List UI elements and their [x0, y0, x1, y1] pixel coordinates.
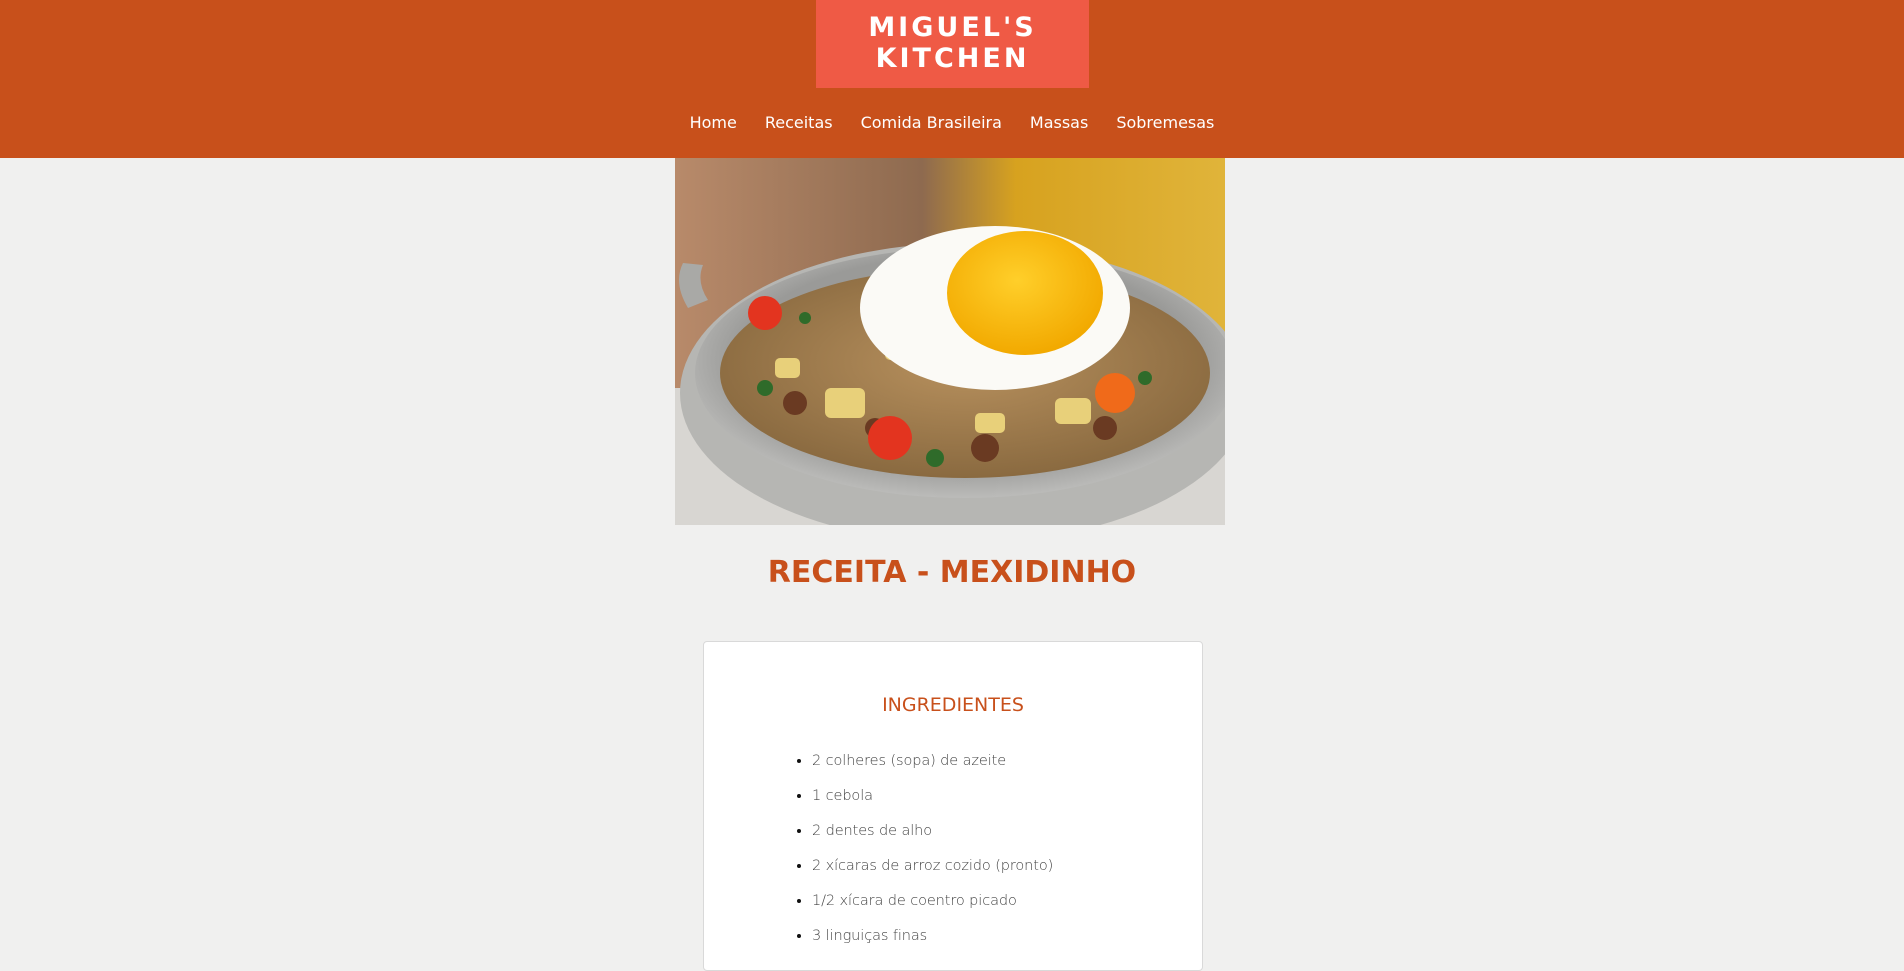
- ingredients-list: 2 colheres (sopa) de azeite 1 cebola 2 d…: [787, 744, 1053, 954]
- nav-item-home[interactable]: Home: [690, 112, 737, 134]
- nav-item-sobremesas[interactable]: Sobremesas: [1116, 112, 1214, 134]
- list-item: 2 dentes de alho: [812, 814, 1053, 849]
- logo-line-2: KITCHEN: [875, 43, 1030, 74]
- recipe-hero-image: [675, 158, 1225, 525]
- site-header: MIGUEL'S KITCHEN Home Receitas Comida Br…: [0, 0, 1904, 158]
- list-item: 2 colheres (sopa) de azeite: [812, 744, 1053, 779]
- ingredients-card: INGREDIENTES 2 colheres (sopa) de azeite…: [703, 641, 1203, 971]
- list-item: 1 cebola: [812, 779, 1053, 814]
- site-logo[interactable]: MIGUEL'S KITCHEN: [816, 0, 1089, 88]
- ingredients-heading: INGREDIENTES: [882, 694, 1024, 716]
- list-item: 2 xícaras de arroz cozido (pronto): [812, 849, 1053, 884]
- page-title: RECEITA - MEXIDINHO: [767, 555, 1137, 590]
- nav-item-comida-brasileira[interactable]: Comida Brasileira: [861, 112, 1002, 134]
- list-item: 1/2 xícara de coentro picado: [812, 884, 1053, 919]
- logo-line-1: MIGUEL'S: [868, 12, 1037, 43]
- main-nav: Home Receitas Comida Brasileira Massas S…: [0, 112, 1904, 134]
- nav-item-receitas[interactable]: Receitas: [765, 112, 833, 134]
- nav-item-massas[interactable]: Massas: [1030, 112, 1088, 134]
- list-item: 3 linguiças finas: [812, 919, 1053, 954]
